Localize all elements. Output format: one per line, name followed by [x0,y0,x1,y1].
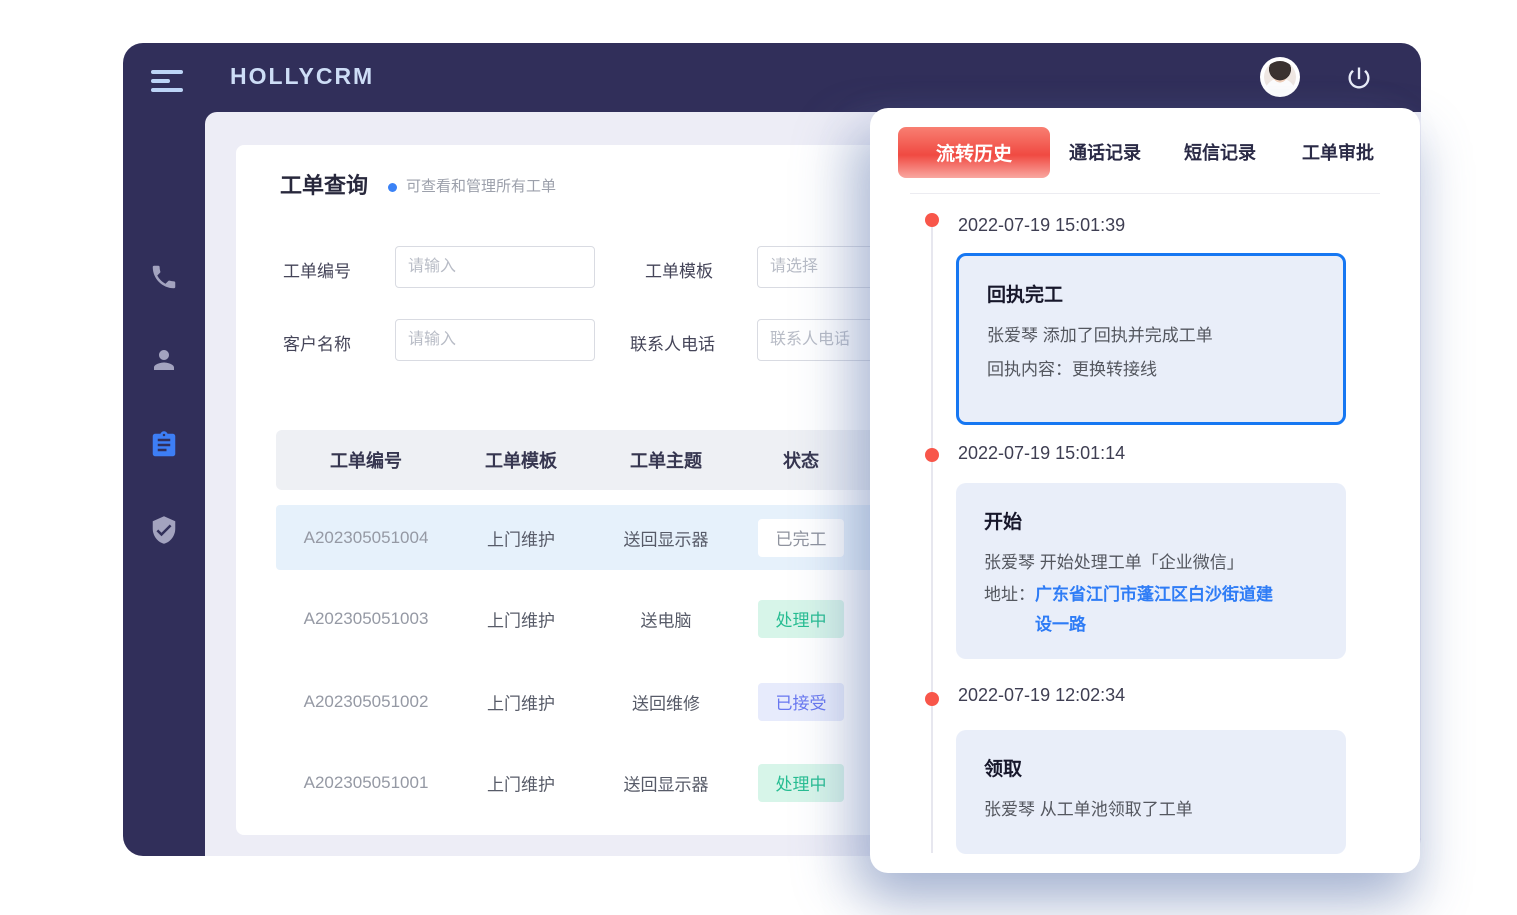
menu-icon[interactable] [151,70,183,96]
sidebar-item-security[interactable] [149,515,179,545]
timeline-timestamp: 2022-07-19 15:01:14 [958,443,1125,464]
cell-subject: 送回显示器 [624,525,709,550]
tabs-divider [910,193,1380,194]
timeline-card-title: 领取 [984,754,1318,781]
cell-subject: 送回维修 [632,689,700,714]
avatar-photo [1264,61,1296,93]
timeline-card-line: 张爱琴 添加了回执并完成工单 [987,319,1315,353]
customer-name-input[interactable] [395,319,595,361]
cell-template: 上门维护 [487,525,555,550]
screenshot-canvas: HOLLYCRM 工单查询 可查看和管理所有工 [0,0,1517,915]
column-header-template: 工单模板 [485,447,557,473]
app-logo: HOLLYCRM [230,63,374,90]
status-badge: 已完工 [758,519,844,557]
shield-check-icon [149,515,179,545]
cell-subject: 送回显示器 [624,770,709,795]
address-label: 地址： [984,580,1035,610]
cell-subject: 送电脑 [641,606,692,631]
phone-icon [149,262,179,292]
timeline-card-start[interactable]: 开始 张爱琴 开始处理工单「企业微信」 地址： 广东省江门市蓬江区白沙街道建设一… [956,483,1346,659]
filter-label-order-id: 工单编号 [283,257,351,282]
filter-label-template: 工单模板 [645,257,713,282]
cell-template: 上门维护 [487,770,555,795]
cell-order-id: A202305051001 [304,773,429,793]
timeline-card-line: 张爱琴 从工单池领取了工单 [984,793,1318,827]
cell-order-id: A202305051004 [304,528,429,548]
tab-flow-history[interactable]: 流转历史 [898,127,1050,178]
timeline-dot-icon [925,448,939,462]
cell-order-id: A202305051003 [304,609,429,629]
column-header-order-id: 工单编号 [330,447,402,473]
timeline-card-title: 开始 [984,507,1318,534]
user-icon [149,345,179,375]
timeline-card-title: 回执完工 [987,280,1315,307]
page-title: 工单查询 [280,168,368,200]
timeline-dot-icon [925,213,939,227]
filter-label-customer: 客户名称 [283,330,351,355]
sidebar-item-customer[interactable] [149,345,179,375]
timeline-dot-icon [925,692,939,706]
timeline-timestamp: 2022-07-19 15:01:39 [958,215,1125,236]
detail-panel: 流转历史 通话记录 短信记录 工单审批 2022-07-19 15:01:39 … [870,108,1420,873]
cell-order-id: A202305051002 [304,692,429,712]
tab-sms-records[interactable]: 短信记录 [1184,139,1256,165]
order-id-input[interactable] [395,246,595,288]
status-badge: 处理中 [758,600,844,638]
clipboard-icon [149,430,179,460]
status-badge: 已接受 [758,683,844,721]
tab-order-approval[interactable]: 工单审批 [1302,139,1374,165]
filter-label-contact-phone: 联系人电话 [630,330,715,355]
sidebar-item-workorder[interactable] [149,430,179,460]
timeline-line [931,223,933,853]
timeline-card-line: 回执内容：更换转接线 [987,353,1315,387]
column-header-subject: 工单主题 [630,447,702,473]
cell-template: 上门维护 [487,689,555,714]
timeline-card-line: 张爱琴 开始处理工单「企业微信」 [984,546,1318,580]
power-icon[interactable] [1345,64,1373,92]
column-header-status: 状态 [783,447,819,473]
timeline-card-completed[interactable]: 回执完工 张爱琴 添加了回执并完成工单 回执内容：更换转接线 [956,253,1346,425]
top-bar: HOLLYCRM [123,43,1421,112]
sidebar-item-phone[interactable] [149,262,179,292]
timeline-timestamp: 2022-07-19 12:02:34 [958,685,1125,706]
timeline-card-claimed[interactable]: 领取 张爱琴 从工单池领取了工单 [956,730,1346,854]
timeline-address-row: 地址： 广东省江门市蓬江区白沙街道建设一路 [984,580,1318,640]
subtitle-dot-icon [388,183,397,192]
tab-call-records[interactable]: 通话记录 [1069,139,1141,165]
address-link[interactable]: 广东省江门市蓬江区白沙街道建设一路 [1035,580,1275,640]
status-badge: 处理中 [758,764,844,802]
sidebar [123,112,205,856]
avatar[interactable] [1260,57,1300,97]
cell-template: 上门维护 [487,606,555,631]
page-subtitle: 可查看和管理所有工单 [406,175,556,196]
